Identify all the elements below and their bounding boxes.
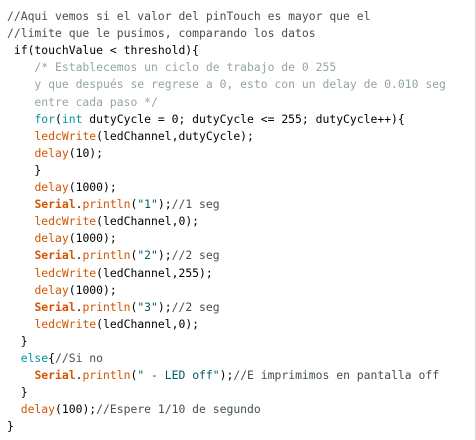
code-line: } <box>7 418 14 435</box>
code-token-doc: entre cada paso */ <box>7 94 158 109</box>
code-token-func: delay <box>34 145 69 160</box>
code-token-plain: } <box>7 385 28 400</box>
code-line: Serial.println("2");//2 seg <box>7 247 220 264</box>
code-token-func: delay <box>34 180 69 194</box>
code-token-keyword: int <box>61 111 83 126</box>
code-token-plain: (ledChannel,255); <box>96 265 213 280</box>
code-token-plain: } <box>7 333 28 348</box>
code-token-comment: //limite que le pusimos, comparando los … <box>7 26 316 41</box>
code-line: ledcWrite(ledChannel,0); <box>7 213 199 230</box>
code-token-plain: (10); <box>68 145 104 160</box>
code-line: delay(1000); <box>7 282 117 299</box>
code-token-plain: (ledChannel,0); <box>96 316 200 331</box>
code-token-plain: } <box>7 162 42 177</box>
code-token-serial: Serial <box>34 368 76 383</box>
code-token-func: println <box>82 368 131 383</box>
code-token-plain: (100); <box>55 402 97 417</box>
code-token-plain: } <box>7 419 14 434</box>
code-line: } <box>7 162 41 179</box>
code-line: //Aqui vemos si el valor del pinTouch es… <box>7 8 370 25</box>
code-token-plain: ); <box>157 299 172 314</box>
code-token-func: delay <box>34 231 69 246</box>
code-line: delay(10); <box>7 145 103 162</box>
code-token-comment: //Si no <box>55 351 104 365</box>
code-line: } <box>7 384 28 401</box>
code-token-string: "1" <box>137 197 158 212</box>
code-line: ledcWrite(ledChannel,dutyCycle); <box>7 128 254 145</box>
code-token-func: ledcWrite <box>34 128 97 143</box>
code-token-plain: dutyCycle = 0; dutyCycle <= 255; dutyCyc… <box>82 111 405 126</box>
code-token-func: println <box>82 197 131 212</box>
code-token-serial: Serial <box>34 299 76 314</box>
code-line: Serial.println("1");//1 seg <box>7 196 220 213</box>
code-token-func: ledcWrite <box>34 316 97 331</box>
code-line: for(int dutyCycle = 0; dutyCycle <= 255;… <box>7 111 405 128</box>
code-line: if(touchValue < threshold){ <box>7 42 199 59</box>
code-token-func: ledcWrite <box>34 214 97 229</box>
code-token-plain: ); <box>157 248 172 263</box>
code-line: else{//Si no <box>7 350 103 367</box>
code-line: delay(1000); <box>7 230 117 247</box>
code-token-plain: (ledChannel,0); <box>96 214 200 229</box>
code-line: /* Establecemos un ciclo de trabajo de 0… <box>7 59 336 76</box>
code-token-comment: //2 seg <box>171 299 220 314</box>
code-line: ledcWrite(ledChannel,255); <box>7 265 213 282</box>
code-token-keyword: else <box>20 351 49 365</box>
code-token-comment: //E imprimimos en pantalla off <box>233 368 440 383</box>
code-token-func: delay <box>34 282 69 297</box>
code-token-doc: y que después se regrese a 0, esto con u… <box>7 77 446 92</box>
code-token-plain: (ledChannel,dutyCycle); <box>96 128 254 143</box>
code-token-comment: //Aqui vemos si el valor del pinTouch es… <box>7 9 371 23</box>
code-line: entre cada paso */ <box>7 94 158 111</box>
code-line: //limite que le pusimos, comparando los … <box>7 25 316 42</box>
code-editor[interactable]: //Aqui vemos si el valor del pinTouch es… <box>0 0 476 440</box>
code-line: delay(1000); <box>7 179 117 196</box>
code-line: Serial.println(" - LED off");//E imprimi… <box>7 367 439 384</box>
code-token-func: println <box>82 299 131 314</box>
code-token-string: "3" <box>137 299 158 314</box>
code-token-plain: (1000); <box>68 231 117 246</box>
code-line: Serial.println("3");//2 seg <box>7 299 220 316</box>
code-token-comment: //2 seg <box>171 248 220 263</box>
code-token-keyword: for <box>34 111 56 126</box>
code-token-plain: (1000); <box>68 282 117 297</box>
code-token-plain: ); <box>157 197 172 212</box>
code-token-string: " - LED off" <box>137 368 220 383</box>
code-token-plain: (1000); <box>68 180 117 194</box>
code-token-func: ledcWrite <box>34 265 97 280</box>
code-token-string: "2" <box>137 248 158 263</box>
code-token-serial: Serial <box>34 248 76 263</box>
code-token-plain: ); <box>219 368 234 383</box>
code-token-comment: //Espere 1/10 de segundo <box>96 402 261 417</box>
code-token-plain: if(touchValue < threshold){ <box>7 43 200 58</box>
code-line: delay(100);//Espere 1/10 de segundo <box>7 401 261 418</box>
code-token-serial: Serial <box>34 197 76 212</box>
code-line: } <box>7 333 28 350</box>
code-token-plain: { <box>48 351 56 365</box>
code-token-doc: /* Establecemos un ciclo de trabajo de 0… <box>7 60 337 75</box>
code-line: ledcWrite(ledChannel,0); <box>7 316 199 333</box>
code-token-func: delay <box>20 402 56 417</box>
code-token-comment: //1 seg <box>171 197 220 212</box>
code-token-func: println <box>82 248 131 263</box>
code-line: y que después se regrese a 0, esto con u… <box>7 76 446 93</box>
code-token-plain: ( <box>55 111 62 126</box>
